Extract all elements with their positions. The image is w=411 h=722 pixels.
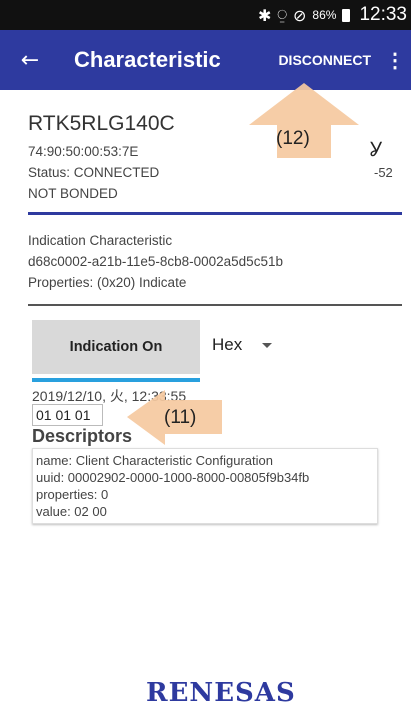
section-divider (28, 212, 402, 215)
status-bar: ✱ ⍜ ⊘ 86% 12:33 (0, 0, 411, 30)
value-data: 01 01 01 (32, 404, 103, 426)
descriptor-name: name: Client Characteristic Configuratio… (36, 453, 273, 468)
characteristic-name: Indication Characteristic (28, 233, 173, 248)
device-name: RTK5RLG140C (28, 112, 175, 135)
clock: 12:33 (359, 4, 407, 25)
overflow-menu-icon[interactable]: ⋮ (385, 48, 405, 73)
back-arrow-icon[interactable]: ← (0, 48, 60, 73)
characteristic-properties: Properties: (0x20) Indicate (28, 275, 187, 290)
battery-percent: 86% (312, 8, 337, 22)
device-address: 74:90:50:00:53:7E (28, 144, 139, 159)
app-bar: ← Characteristic DISCONNECT ⋮ (0, 30, 411, 90)
bond-status: NOT BONDED (28, 186, 118, 201)
vibrate-mute-icon: ⍜ (277, 5, 288, 24)
callout-12-label: (12) (276, 128, 310, 149)
page-title: Characteristic (74, 47, 221, 72)
dropdown-caret-icon (262, 342, 273, 348)
do-not-disturb-icon: ⊘ (293, 5, 307, 25)
disconnect-button[interactable]: DISCONNECT (278, 52, 371, 68)
indication-active-indicator (32, 378, 200, 382)
descriptor-value: value: 02 00 (36, 504, 107, 519)
bluetooth-icon: ✱ (258, 5, 272, 25)
signal-strength-icon: Ỿ (370, 137, 383, 161)
battery-icon (342, 8, 351, 22)
format-select[interactable]: Hex (212, 330, 292, 360)
descriptor-card[interactable]: name: Client Characteristic Configuratio… (32, 448, 378, 524)
connection-status: Status: CONNECTED (28, 165, 160, 180)
renesas-logo: RENESAS (146, 678, 296, 708)
descriptors-heading: Descriptors (32, 426, 133, 446)
callout-11-label: (11) (164, 407, 197, 428)
characteristic-uuid: d68c0002-a21b-11e5-8cb8-0002a5d5c51b (28, 254, 283, 269)
descriptor-uuid: uuid: 00002902-0000-1000-8000-00805f9b34… (36, 470, 310, 485)
characteristic-divider (28, 304, 402, 306)
descriptor-properties: properties: 0 (36, 487, 109, 502)
rssi-value: -52 (374, 165, 393, 180)
format-select-value: Hex (212, 335, 243, 354)
indication-on-button[interactable]: Indication On (32, 320, 200, 374)
